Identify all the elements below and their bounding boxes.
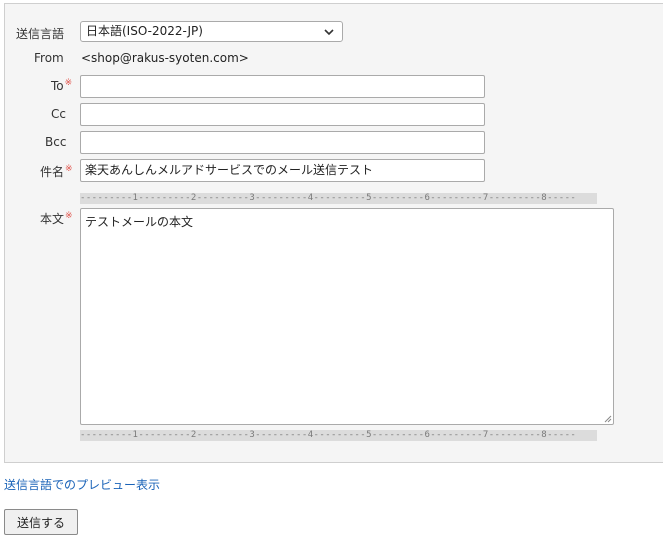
send-button[interactable]: 送信する xyxy=(4,509,78,535)
bcc-field[interactable] xyxy=(80,131,485,154)
language-select-value: 日本語(ISO-2022-JP) xyxy=(86,24,203,38)
language-select[interactable]: 日本語(ISO-2022-JP) xyxy=(80,21,343,42)
body-label-text: 本文 xyxy=(40,212,65,226)
body-label: 本文※ xyxy=(40,210,73,227)
cc-field[interactable] xyxy=(80,103,485,126)
from-address: <shop@rakus-syoten.com> xyxy=(81,51,249,65)
resize-grip-icon[interactable] xyxy=(602,413,612,423)
subject-label: 件名※ xyxy=(40,163,73,180)
cc-label: Cc xyxy=(51,107,66,121)
bcc-label: Bcc xyxy=(45,135,67,149)
required-mark: ※ xyxy=(65,211,73,221)
chevron-down-icon xyxy=(324,29,334,36)
language-label: 送信言語 xyxy=(16,27,65,41)
required-mark: ※ xyxy=(65,164,73,174)
to-field[interactable] xyxy=(80,75,485,98)
body-text: テストメールの本文 xyxy=(85,215,194,229)
subject-field[interactable]: 楽天あんしんメルアドサービスでのメール送信テスト xyxy=(80,159,485,182)
column-ruler-bottom: ---------1---------2---------3---------4… xyxy=(80,430,597,441)
from-label: From xyxy=(34,51,64,65)
body-textarea[interactable]: テストメールの本文 xyxy=(80,208,614,425)
subject-label-text: 件名 xyxy=(40,165,65,179)
column-ruler-top: ---------1---------2---------3---------4… xyxy=(80,193,597,204)
preview-link[interactable]: 送信言語でのプレビュー表示 xyxy=(4,476,160,493)
required-mark: ※ xyxy=(64,78,73,88)
to-label: To※ xyxy=(51,78,73,93)
to-label-text: To xyxy=(51,79,64,93)
